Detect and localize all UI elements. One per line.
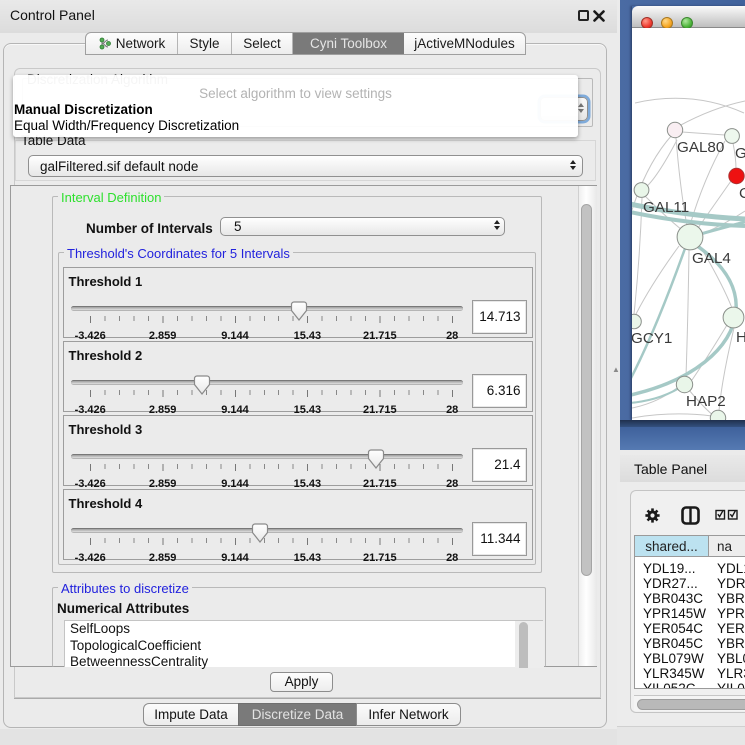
svg-text:GAL4: GAL4 bbox=[692, 250, 731, 267]
svg-text:C: C bbox=[739, 185, 745, 202]
svg-text:HAP2: HAP2 bbox=[686, 393, 726, 410]
svg-text:GA: GA bbox=[735, 145, 745, 162]
svg-text:GAL11: GAL11 bbox=[643, 199, 689, 216]
svg-text:GCY1: GCY1 bbox=[632, 330, 672, 347]
svg-text:H: H bbox=[736, 329, 745, 346]
svg-text:GAL80: GAL80 bbox=[677, 139, 724, 156]
